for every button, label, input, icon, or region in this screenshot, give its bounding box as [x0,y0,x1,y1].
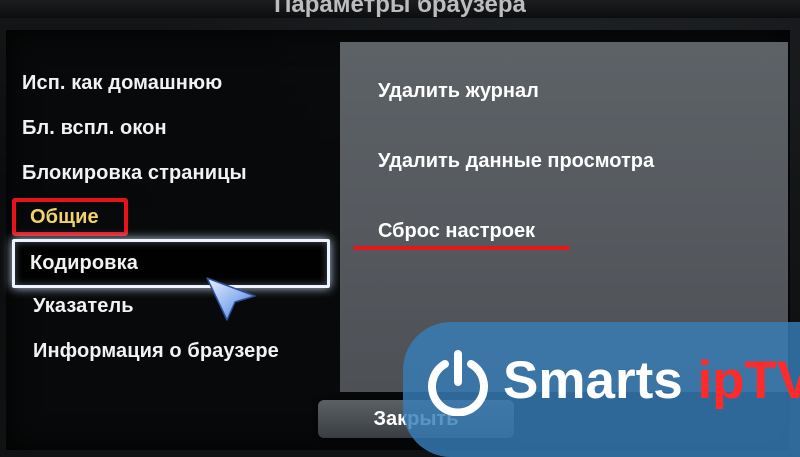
menu-item-set-homepage[interactable]: Исп. как домашнюю [22,72,222,95]
title-bar: Параметры браузера [0,0,800,18]
menu-item-browser-info[interactable]: Информация о браузере [33,340,279,363]
menu-item-encoding[interactable]: Кодировка [30,252,138,275]
watermark-text: Smarts ipTV [503,350,800,412]
option-delete-history[interactable]: Удалить журнал [378,80,539,103]
page-title: Параметры браузера [274,0,526,18]
watermark-logo: Smarts ipTV [403,322,800,457]
power-icon [428,350,488,416]
watermark-brand: ipTV [697,351,800,410]
option-reset-settings[interactable]: Сброс настроек [378,220,535,243]
menu-item-general[interactable]: Общие [30,206,99,229]
annotation-underline [353,246,570,250]
menu-item-pointer[interactable]: Указатель [33,295,134,318]
tv-screen: Параметры браузера Удалить журнал Удалит… [0,0,800,457]
pointer-arrow-icon [206,277,256,321]
watermark-name: Smarts [503,351,683,410]
menu-item-page-blocking[interactable]: Блокировка страницы [22,162,247,185]
option-delete-browsing-data[interactable]: Удалить данные просмотра [378,150,654,173]
menu-item-popup-blocker[interactable]: Бл. вспл. окон [22,117,167,140]
